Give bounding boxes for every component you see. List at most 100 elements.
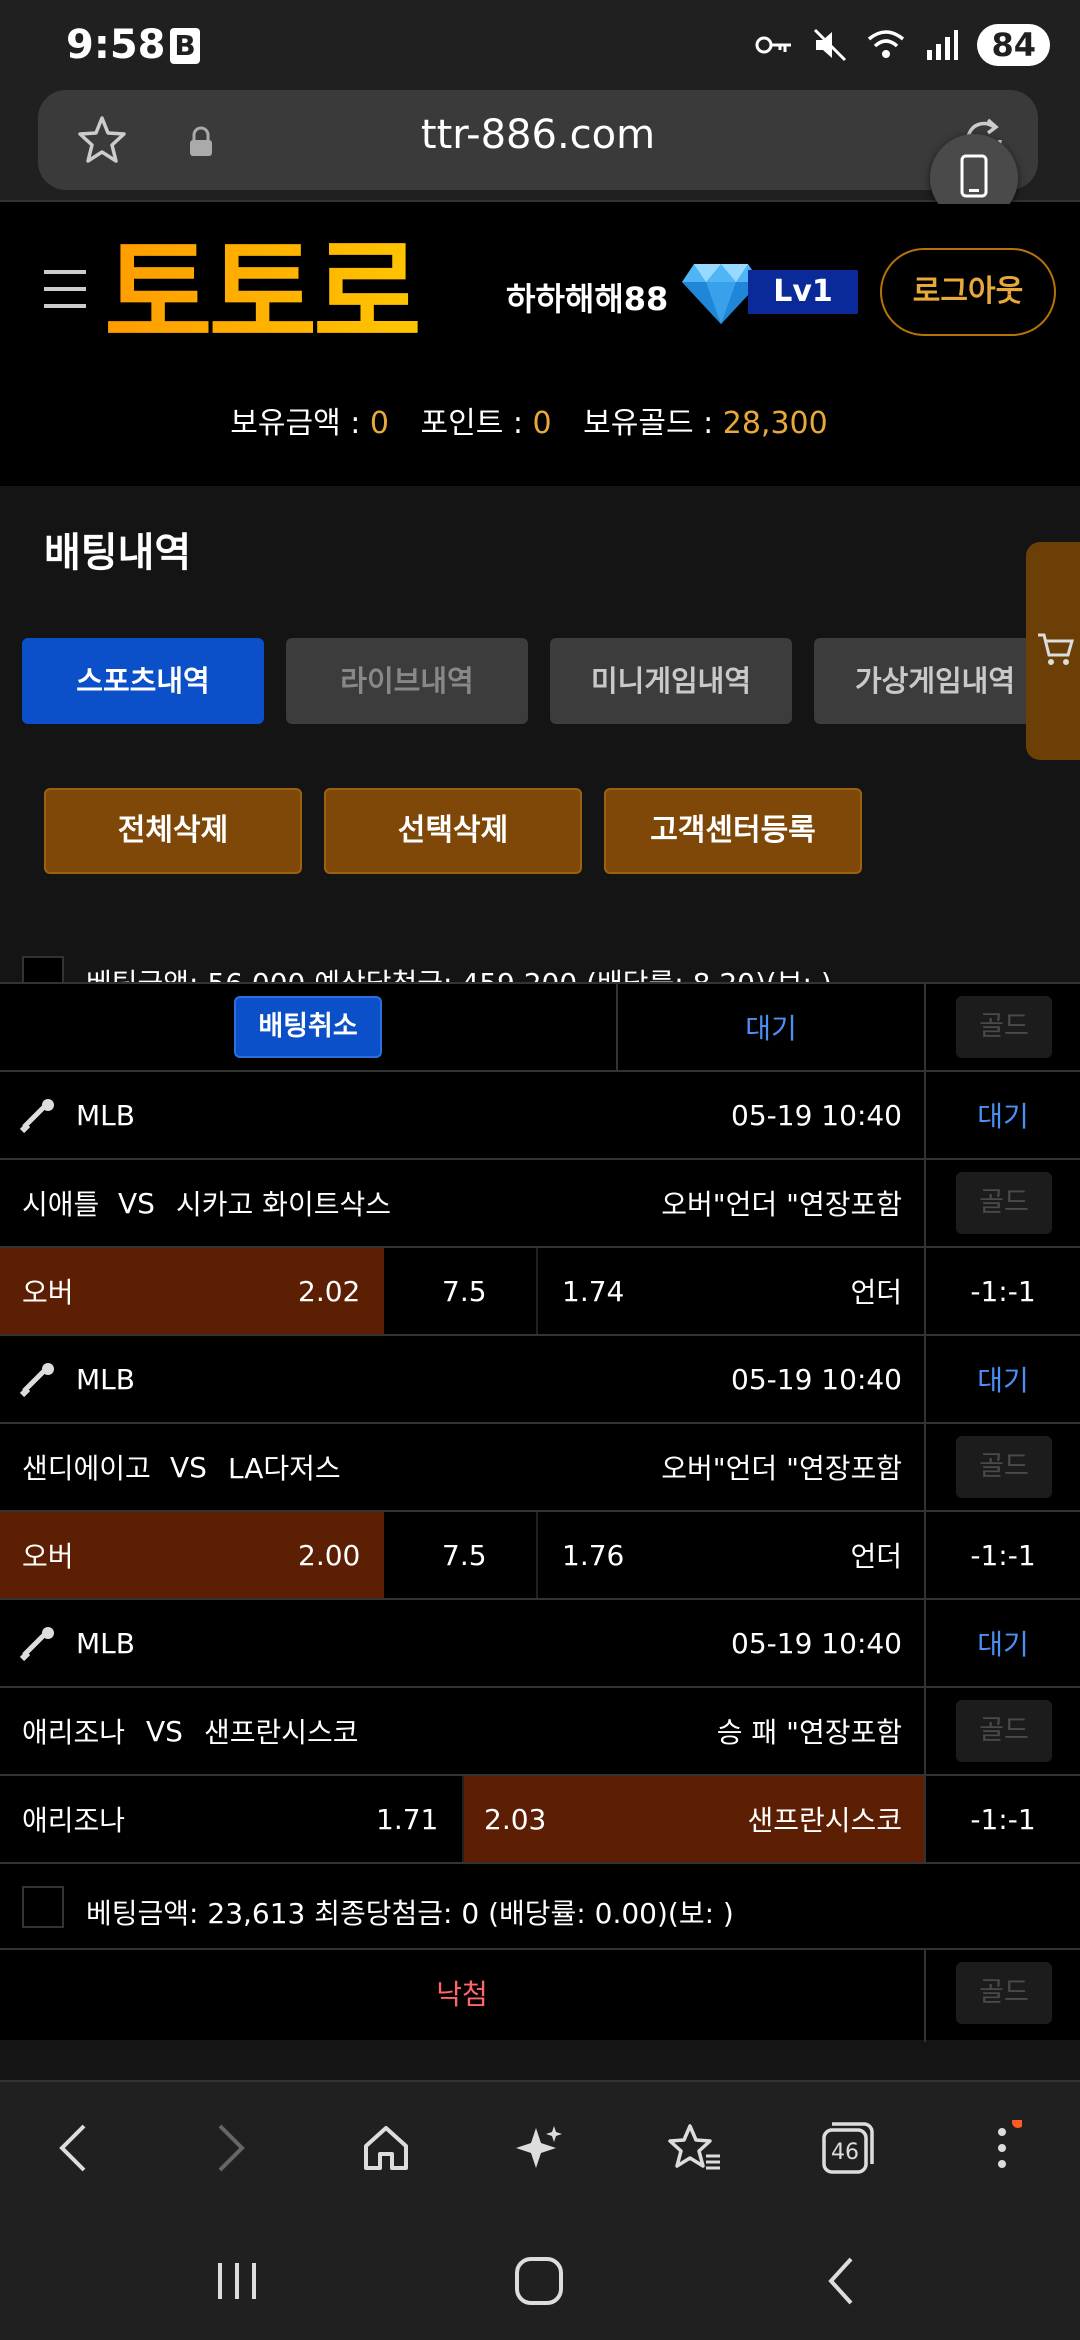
- right-pick-label: 샌프란시스코: [747, 1804, 902, 1837]
- system-navigation-bar: [0, 2210, 1080, 2340]
- balance-value: 0: [369, 406, 389, 441]
- svg-text:46: 46: [831, 2140, 859, 2165]
- delete-selected-button[interactable]: 선택삭제: [324, 788, 582, 874]
- delete-all-button[interactable]: 전체삭제: [44, 788, 302, 874]
- back-icon[interactable]: [38, 2112, 110, 2184]
- bet-summary-text: 베팅금액: 23,613 최종당첨금: 0 (배당률: 0.00)(보: ): [86, 1897, 734, 1930]
- address-bar[interactable]: ttr-886.com: [38, 90, 1038, 190]
- line-value: 7.5: [442, 1274, 487, 1308]
- game-header-row: MLB 05-19 10:40 대기: [0, 1070, 1080, 1160]
- market-type: 오버"언더 "연장포함: [661, 1452, 902, 1485]
- game-status: 대기: [977, 1364, 1029, 1397]
- game-status: 대기: [977, 1100, 1029, 1133]
- bet-status-row: 배팅취소 대기 골드: [0, 982, 1080, 1074]
- home-team: 애리조나: [22, 1716, 126, 1749]
- game-teams-row: 시애틀 VS 시카고 화이트삭스 오버"언더 "연장포함 골드: [0, 1158, 1080, 1248]
- points-label: 포인트 :: [420, 406, 523, 441]
- right-pick-odds: 1.76: [562, 1538, 625, 1572]
- game-odds-row: 오버 2.00 7.5 1.76 언더 -1:-1: [0, 1510, 1080, 1600]
- system-home-icon[interactable]: [504, 2246, 574, 2316]
- history-tabs: 스포츠내역 라이브내역 미니게임내역 가상게임내역: [22, 638, 1056, 724]
- game-teams-row: 샌디에이고 VS LA다저스 오버"언더 "연장포함 골드: [0, 1422, 1080, 1512]
- market-type: 오버"언더 "연장포함: [661, 1188, 902, 1221]
- league-name: MLB: [76, 1362, 135, 1396]
- right-pick-odds: 2.03: [484, 1802, 547, 1836]
- tabs-icon[interactable]: 46: [812, 2112, 884, 2184]
- wifi-icon: [865, 24, 907, 66]
- username: 하하해해88: [506, 280, 669, 318]
- browser-bottom-bar: 46: [0, 2080, 1080, 2210]
- vs-label: VS: [146, 1714, 183, 1748]
- game-score: -1:-1: [970, 1802, 1036, 1836]
- menu-icon[interactable]: [44, 270, 86, 310]
- points-value: 0: [532, 406, 552, 441]
- signal-icon: [921, 24, 963, 66]
- logout-button[interactable]: 로그아웃: [880, 248, 1056, 336]
- cancel-bet-button[interactable]: 배팅취소: [234, 996, 382, 1058]
- tab-minigame[interactable]: 미니게임내역: [550, 638, 792, 724]
- gold-button[interactable]: 골드: [956, 1172, 1052, 1234]
- game-odds-row: 애리조나 1.71 2.03 샌프란시스코 -1:-1: [0, 1774, 1080, 1864]
- game-datetime: 05-19 10:40: [731, 1626, 902, 1660]
- betting-history-panel: 배팅내역 스포츠내역 라이브내역 미니게임내역 가상게임내역 전체삭제 선택삭제…: [0, 486, 1080, 2080]
- balance-summary: 보유금액 : 0 포인트 : 0 보유골드 : 28,300: [0, 398, 1080, 442]
- status-time: 9:58: [66, 22, 166, 68]
- game-header-row: MLB 05-19 10:40 대기: [0, 1598, 1080, 1688]
- bookmarks-icon[interactable]: [658, 2112, 730, 2184]
- bet-status: 대기: [745, 1012, 797, 1045]
- left-pick-odds: 1.71: [376, 1802, 439, 1836]
- gold-value: 28,300: [722, 406, 828, 441]
- game-score: -1:-1: [970, 1274, 1036, 1308]
- left-pick-label: 오버: [22, 1276, 74, 1309]
- cart-icon: [1036, 631, 1076, 671]
- market-type: 승 패 "연장포함: [716, 1716, 902, 1749]
- away-team: 시카고 화이트삭스: [176, 1188, 391, 1221]
- left-pick-odds: 2.02: [298, 1274, 361, 1308]
- baseball-icon: [20, 1336, 56, 1422]
- battery-level: 84: [977, 24, 1050, 66]
- right-pick-label: 언더: [850, 1276, 902, 1309]
- vs-label: VS: [118, 1186, 155, 1220]
- site-logo[interactable]: 토토로: [104, 234, 422, 354]
- gold-button[interactable]: 골드: [956, 996, 1052, 1058]
- bet-result: 낙첨: [436, 1978, 488, 2011]
- tab-sports[interactable]: 스포츠내역: [22, 638, 264, 724]
- forward-icon[interactable]: [194, 2112, 266, 2184]
- bet-checkbox[interactable]: [22, 1886, 64, 1928]
- left-pick-label: 오버: [22, 1540, 74, 1573]
- left-pick-label: 애리조나: [22, 1804, 126, 1837]
- page-title: 배팅내역: [44, 530, 192, 576]
- url-text[interactable]: ttr-886.com: [38, 112, 1038, 158]
- gold-label: 보유골드 :: [583, 406, 714, 441]
- tab-virtual[interactable]: 가상게임내역: [814, 638, 1056, 724]
- game-score: -1:-1: [970, 1538, 1036, 1572]
- game-header-row: MLB 05-19 10:40 대기: [0, 1334, 1080, 1424]
- mute-icon: [809, 24, 851, 66]
- customer-center-button[interactable]: 고객센터등록: [604, 788, 862, 874]
- left-pick-odds: 2.00: [298, 1538, 361, 1572]
- vs-label: VS: [170, 1450, 207, 1484]
- gold-button[interactable]: 골드: [956, 1700, 1052, 1762]
- tab-live[interactable]: 라이브내역: [286, 638, 528, 724]
- action-buttons: 전체삭제 선택삭제 고객센터등록: [44, 788, 862, 874]
- league-name: MLB: [76, 1626, 135, 1660]
- ai-sparkle-icon[interactable]: [504, 2112, 576, 2184]
- right-pick-label: 언더: [850, 1540, 902, 1573]
- gold-button[interactable]: 골드: [956, 1436, 1052, 1498]
- home-team: 샌디에이고: [22, 1452, 151, 1485]
- system-back-icon[interactable]: [806, 2246, 876, 2316]
- more-icon[interactable]: [966, 2112, 1038, 2184]
- status-bar: 9:58 B 84: [0, 0, 1080, 90]
- game-odds-row: 오버 2.02 7.5 1.74 언더 -1:-1: [0, 1246, 1080, 1336]
- away-team: LA다저스: [228, 1452, 341, 1485]
- away-team: 샌프란시스코: [204, 1716, 359, 1749]
- betslip-cart-tab[interactable]: [1026, 542, 1080, 760]
- home-icon[interactable]: [350, 2112, 422, 2184]
- recent-apps-icon[interactable]: [202, 2246, 272, 2316]
- bet-summary: 베팅금액: 23,613 최종당첨금: 0 (배당률: 0.00)(보: ): [0, 1862, 1080, 1950]
- gold-button[interactable]: 골드: [956, 1962, 1052, 2024]
- browser-toolbar: ttr-886.com: [0, 90, 1080, 202]
- game-datetime: 05-19 10:40: [731, 1098, 902, 1132]
- key-icon: [753, 24, 795, 66]
- game-teams-row: 애리조나 VS 샌프란시스코 승 패 "연장포함 골드: [0, 1686, 1080, 1776]
